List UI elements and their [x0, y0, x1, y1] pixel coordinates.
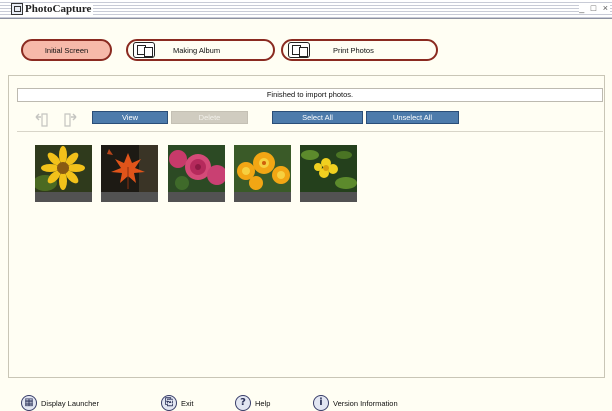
select-all-button[interactable]: Select All [272, 111, 363, 124]
making-album-button[interactable]: Making Album [126, 39, 275, 61]
view-button[interactable]: View [92, 111, 168, 124]
making-album-label: Making Album [173, 45, 221, 55]
version-information-button[interactable]: i Version Information [313, 395, 398, 411]
title-bar[interactable]: PhotoCapture _ □ × [0, 0, 612, 19]
print-photos-button[interactable]: Print Photos [281, 39, 438, 61]
display-launcher-button[interactable]: ▦ Display Launcher [21, 395, 99, 411]
display-launcher-label: Display Launcher [41, 398, 99, 408]
exit-button[interactable]: ⎘ Exit [161, 395, 194, 411]
photo-thumbnail[interactable] [234, 145, 291, 202]
print-photos-icon [288, 42, 310, 58]
exit-icon: ⎘ [161, 395, 177, 411]
toolbar-divider [17, 131, 603, 132]
unselect-all-button[interactable]: Unselect All [366, 111, 459, 124]
delete-button[interactable]: Delete [171, 111, 248, 124]
photo-thumbnail[interactable] [101, 145, 158, 202]
album-icon [133, 42, 155, 58]
help-icon: ? [235, 395, 251, 411]
photo-thumbnail[interactable] [168, 145, 225, 202]
launcher-icon: ▦ [21, 395, 37, 411]
app-icon [11, 3, 23, 15]
version-information-label: Version Information [333, 398, 398, 408]
status-message: Finished to import photos. [17, 88, 603, 102]
exit-label: Exit [181, 398, 194, 408]
info-icon: i [313, 395, 329, 411]
window-title: PhotoCapture [23, 3, 94, 15]
initial-screen-button[interactable]: Initial Screen [21, 39, 112, 61]
rotate-left-icon[interactable] [33, 111, 50, 128]
help-button[interactable]: ? Help [235, 395, 270, 411]
initial-screen-label: Initial Screen [44, 45, 89, 55]
rotate-right-icon[interactable] [62, 111, 79, 128]
photo-thumbnail[interactable] [35, 145, 92, 202]
help-label: Help [255, 398, 271, 408]
window-controls[interactable]: _ □ × [579, 3, 610, 13]
print-photos-label: Print Photos [333, 45, 374, 55]
photo-thumbnail[interactable] [300, 145, 357, 202]
